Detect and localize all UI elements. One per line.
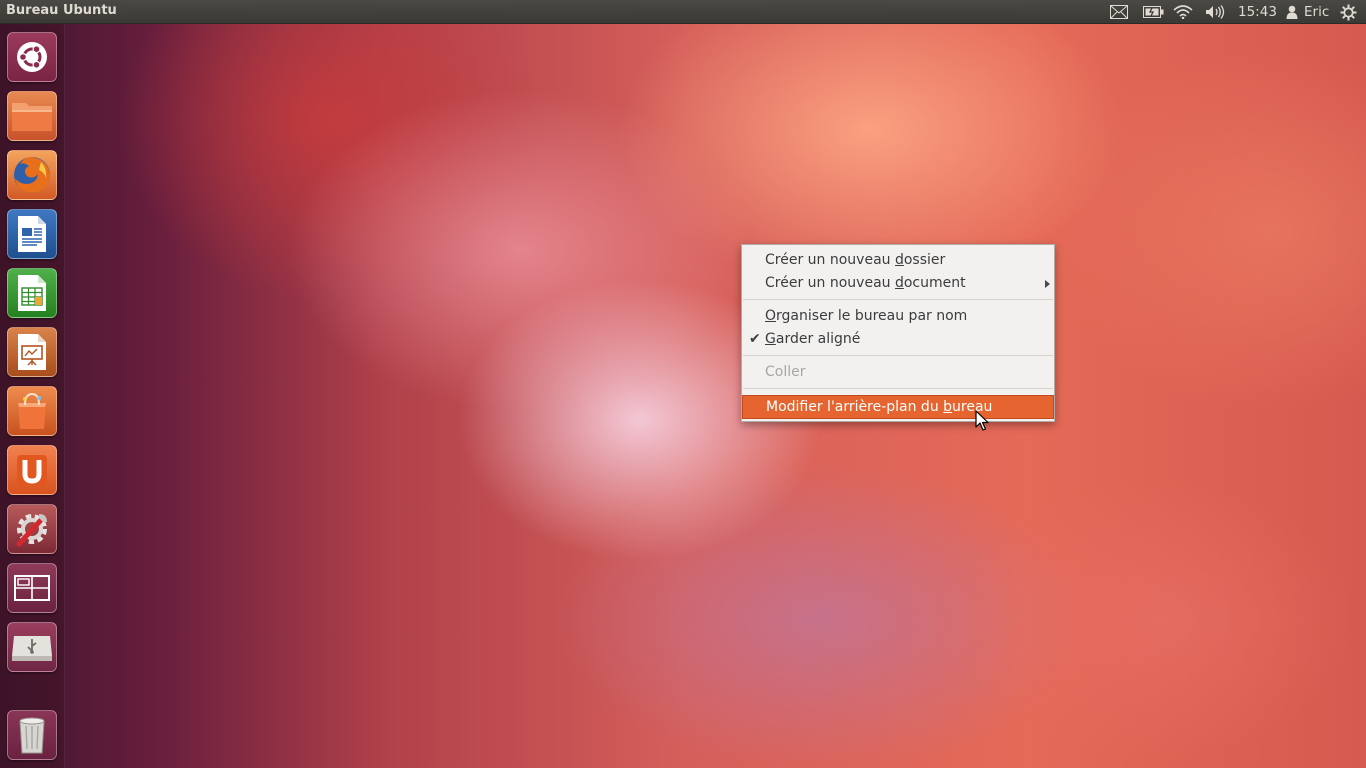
writer-icon bbox=[18, 216, 46, 252]
launcher bbox=[0, 24, 65, 768]
menu-item-new-folder[interactable]: Créer un nouveau dossier bbox=[742, 249, 1054, 272]
ubuntu-logo-icon bbox=[17, 42, 47, 72]
usb-drive-icon bbox=[12, 636, 52, 661]
launcher-files[interactable] bbox=[7, 91, 57, 141]
menu-separator bbox=[743, 355, 1053, 356]
menu-item-paste: Coller bbox=[765, 364, 806, 380]
launcher-ubuntu-one[interactable] bbox=[7, 445, 57, 495]
desktop-wallpaper[interactable] bbox=[0, 0, 1366, 768]
launcher-libreoffice-impress[interactable] bbox=[7, 327, 57, 377]
battery-icon[interactable] bbox=[1143, 3, 1164, 21]
user-name[interactable]: Eric bbox=[1304, 3, 1329, 21]
window-title: Bureau Ubuntu bbox=[6, 3, 117, 18]
folder-icon bbox=[12, 103, 52, 131]
check-icon: ✔ bbox=[749, 331, 761, 347]
launcher-firefox[interactable] bbox=[7, 150, 57, 200]
mail-icon[interactable] bbox=[1110, 3, 1128, 21]
launcher-trash[interactable] bbox=[7, 710, 57, 760]
launcher-software-center[interactable] bbox=[7, 386, 57, 436]
submenu-arrow-icon bbox=[1045, 280, 1050, 288]
calc-icon bbox=[18, 275, 46, 311]
workspaces-icon bbox=[14, 575, 50, 601]
menu-separator bbox=[743, 299, 1053, 300]
settings-icon bbox=[16, 514, 47, 547]
desktop-context-menu: Créer un nouveau dossier Créer un nouvea… bbox=[741, 244, 1055, 422]
launcher-libreoffice-calc[interactable] bbox=[7, 268, 57, 318]
wifi-icon[interactable] bbox=[1173, 3, 1193, 21]
launcher-system-settings[interactable] bbox=[7, 504, 57, 554]
menu-item-organize-by-name[interactable]: Organiser le bureau par nom bbox=[742, 305, 1054, 328]
launcher-workspace-switcher[interactable] bbox=[7, 563, 57, 613]
menu-item-new-document[interactable]: Créer un nouveau document bbox=[742, 272, 1054, 295]
launcher-libreoffice-writer[interactable] bbox=[7, 209, 57, 259]
user-icon[interactable] bbox=[1286, 3, 1298, 21]
volume-icon[interactable] bbox=[1205, 3, 1225, 21]
launcher-dash-home[interactable] bbox=[7, 32, 57, 82]
firefox-icon bbox=[14, 157, 50, 193]
session-gear-icon[interactable] bbox=[1340, 3, 1357, 21]
trash-icon bbox=[19, 717, 45, 754]
launcher-usb-drive[interactable] bbox=[7, 622, 57, 672]
ubuntu-one-icon bbox=[17, 455, 47, 485]
impress-icon bbox=[18, 334, 46, 370]
menu-item-change-background[interactable]: Modifier l'arrière-plan du bureau bbox=[742, 395, 1054, 419]
mouse-pointer-icon bbox=[975, 410, 989, 431]
menu-separator bbox=[743, 388, 1053, 389]
menu-item-keep-aligned[interactable]: ✔ Garder aligné bbox=[742, 328, 1054, 351]
clock[interactable]: 15:43 bbox=[1238, 3, 1277, 21]
shopping-bag-icon bbox=[18, 392, 46, 429]
top-panel: Bureau Ubuntu 15:43 Eric bbox=[0, 0, 1366, 24]
